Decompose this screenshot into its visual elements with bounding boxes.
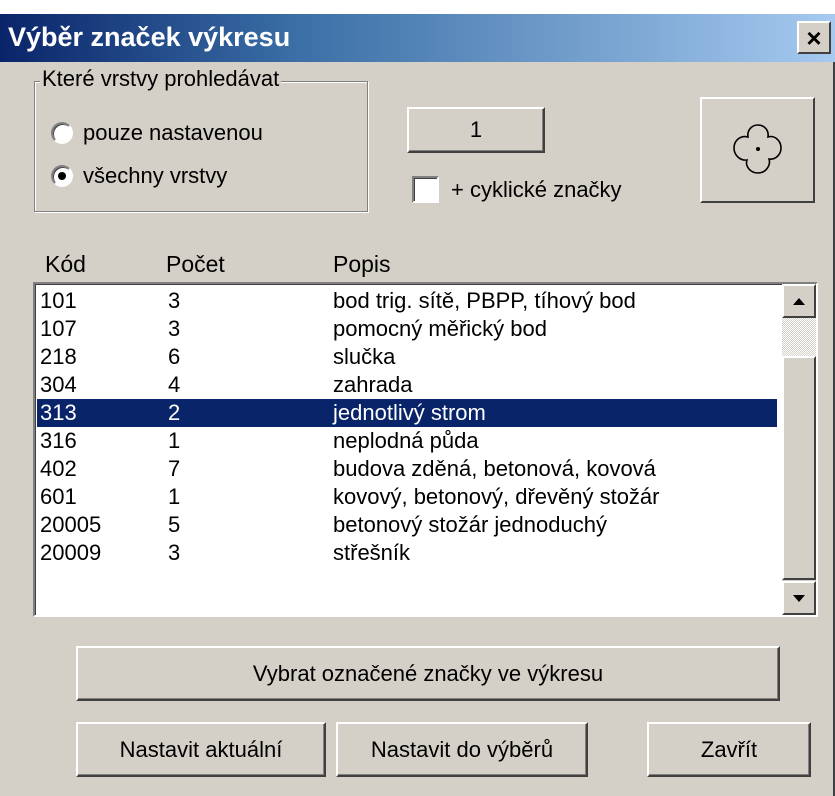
- select-in-drawing-button[interactable]: Vybrat označené značky ve výkresu: [76, 646, 780, 701]
- arrow-up-icon: [793, 297, 805, 305]
- close-icon: ×: [806, 22, 822, 53]
- symbols-listbox[interactable]: 101 3 bod trig. sítě, PBPP, tíhový bod 107…: [33, 282, 818, 617]
- radio-button-icon[interactable]: [51, 122, 73, 144]
- cyclic-symbols-checkbox-row[interactable]: + cyklické značky: [412, 176, 622, 203]
- radio-only-set-layer[interactable]: pouze nastavenou: [51, 120, 263, 146]
- title-bar[interactable]: Výběr značek výkresu ×: [0, 14, 835, 62]
- close-window-button[interactable]: ×: [797, 21, 831, 54]
- cyclic-symbols-checkbox[interactable]: [412, 176, 439, 203]
- list-item[interactable]: 107 3 pomocný měřický bod: [37, 315, 777, 343]
- symbols-list: 101 3 bod trig. sítě, PBPP, tíhový bod 107…: [37, 287, 777, 567]
- close-button[interactable]: Zavřít: [647, 722, 811, 777]
- column-header-kod[interactable]: Kód: [45, 251, 86, 278]
- column-header-popis[interactable]: Popis: [333, 251, 391, 278]
- radio-button-checked-icon[interactable]: [51, 165, 73, 187]
- number-button[interactable]: 1: [407, 107, 545, 153]
- vertical-scrollbar[interactable]: [782, 284, 816, 615]
- symbol-preview: [700, 97, 815, 203]
- quatrefoil-symbol-icon: [732, 124, 782, 174]
- list-item[interactable]: 218 6 slučka: [37, 343, 777, 371]
- list-item[interactable]: 101 3 bod trig. sítě, PBPP, tíhový bod: [37, 287, 777, 315]
- list-item[interactable]: 20009 3 střešník: [37, 539, 777, 567]
- set-to-selection-button[interactable]: Nastavit do výběrů: [336, 722, 588, 777]
- radio-all-layers[interactable]: všechny vrstvy: [51, 163, 227, 189]
- radio-label: všechny vrstvy: [83, 163, 228, 188]
- list-item-selected[interactable]: 313 2 jednotlivý strom: [37, 399, 777, 427]
- list-item[interactable]: 20005 5 betonový stožár jednoduchý: [37, 511, 777, 539]
- cyclic-symbols-label: + cyklické značky: [451, 176, 622, 202]
- scroll-up-button[interactable]: [782, 284, 816, 318]
- list-item[interactable]: 402 7 budova zděná, betonová, kovová: [37, 455, 777, 483]
- scroll-down-button[interactable]: [782, 581, 816, 615]
- list-item[interactable]: 601 1 kovový, betonový, dřevěný stožár: [37, 483, 777, 511]
- layers-group-legend: Které vrstvy prohledávat: [40, 66, 282, 92]
- layers-groupbox: [34, 81, 368, 212]
- list-item[interactable]: 304 4 zahrada: [37, 371, 777, 399]
- radio-label: pouze nastavenou: [83, 120, 263, 145]
- scrollbar-thumb[interactable]: [782, 356, 816, 580]
- list-item[interactable]: 316 1 neplodná půda: [37, 427, 777, 455]
- column-header-pocet[interactable]: Počet: [166, 251, 225, 278]
- arrow-down-icon: [793, 594, 805, 602]
- scrollbar-track[interactable]: [782, 318, 816, 356]
- window-title: Výběr značek výkresu: [8, 22, 291, 52]
- set-current-button[interactable]: Nastavit aktuální: [76, 722, 326, 777]
